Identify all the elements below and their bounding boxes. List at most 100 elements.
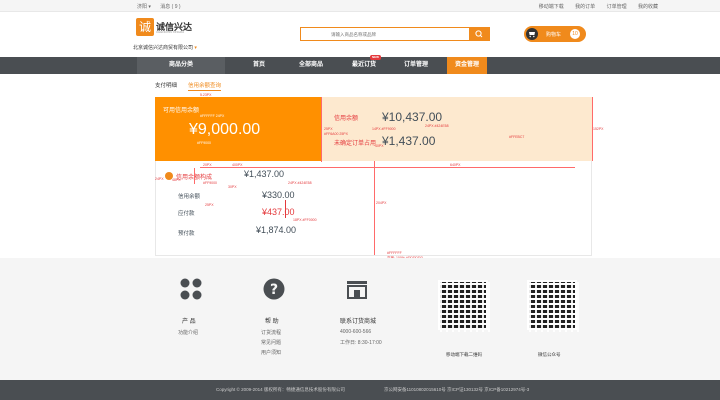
cart-label: 购物车 <box>546 32 562 38</box>
cart-button[interactable]: 购物车 10 <box>524 26 586 42</box>
copyright-bar: Copyright © 2009-2014 版权所有：畅捷通信息技术股份有限公司… <box>0 380 720 400</box>
help-icon: ? <box>263 278 285 300</box>
logo-subtitle: CHENGXIN XINGDA <box>156 30 185 34</box>
topbar-link-download[interactable]: 移动端下载 <box>539 4 564 10</box>
detail-row-label: 信用余额 <box>178 194 201 200</box>
credit-remaining-amount: ¥10,437.00 <box>382 110 443 124</box>
annotation-guide-line <box>200 167 575 168</box>
footer-title: 联系订货商城 <box>340 319 377 325</box>
tab-credit-balance[interactable]: 信用余额查询 <box>188 81 222 91</box>
chevron-down-icon: ▾ <box>194 45 197 51</box>
annotation: 24PX #424E58 <box>425 124 449 128</box>
annotation: 400PX <box>232 163 243 167</box>
annotation: 48PX <box>172 178 181 182</box>
svg-text:?: ? <box>270 282 278 298</box>
main-nav: 商品分类 首页 全部商品 最近订货 NEW 订单管理 资金管理 <box>0 55 720 74</box>
annotation: #FF6A00 25PX <box>324 132 348 136</box>
footer-link[interactable]: 用户须知 <box>261 349 281 356</box>
unsettled-orders-label: 未确定订单占用 <box>334 141 377 147</box>
logo-mark: 诚 <box>136 18 154 36</box>
qr-code-wechat <box>527 280 579 332</box>
annotation: #FF9000 <box>197 141 212 145</box>
annotation: #FFEBC7 <box>509 135 525 139</box>
footer: 产 品 功能介绍 ? 帮 助 订货流程 常见问题 用户须知 联系订货商城 400… <box>0 258 720 380</box>
annotation: 25PX <box>205 203 214 207</box>
nav-all-products[interactable]: 全部商品 <box>291 57 331 74</box>
detail-row-label: 应付款 <box>178 211 195 217</box>
copyright-text: Copyright © 2009-2014 版权所有：畅捷通信息技术股份有限公司 <box>216 387 345 392</box>
topbar-link-orders[interactable]: 我的订单 <box>575 4 595 10</box>
credit-breakdown-panel: 信用余额 ¥10,437.00 未确定订单占用 ¥1,437.00 <box>322 97 592 161</box>
company-name: 北京诚信兴达商贸有限公司 <box>133 45 194 51</box>
annotation: 18PX #FF0000 <box>293 218 317 222</box>
topbar-link-order-manage[interactable]: 订单管理 <box>607 4 627 10</box>
qr-code-download <box>438 280 490 332</box>
icp-text: 京公网安备11010802015610号 京ICP证130132号 京ICP备1… <box>384 387 530 392</box>
qr-caption: 微信公众号 <box>538 352 561 357</box>
category-menu[interactable]: 商品分类 <box>137 57 225 74</box>
topbar-left: 济阳 ▾ 消息 ( 9 ) <box>137 3 189 10</box>
grid-icon <box>180 278 202 300</box>
top-utility-bar: 济阳 ▾ 消息 ( 9 ) 移动端下载 我的订单 订单管理 我的收藏 <box>0 0 720 12</box>
annotation: 14PX #FF9000 <box>372 127 396 131</box>
company-selector[interactable]: 北京诚信兴达商贸有限公司 ▾ <box>133 44 197 51</box>
search-icon <box>475 30 483 38</box>
annotation: 30PX <box>228 185 237 189</box>
annotation: 204PX <box>376 201 387 205</box>
footer-link[interactable]: 功能介绍 <box>178 329 198 336</box>
detail-row-amount: ¥437.00 <box>262 207 295 217</box>
topbar-link-favorites[interactable]: 我的收藏 <box>638 4 658 10</box>
available-credit-amount: ¥9,000.00 <box>189 121 261 138</box>
footer-phone: 4000-600-566 <box>340 329 372 335</box>
nav-fund-manage-label: 资金管理 <box>454 62 479 68</box>
nav-home[interactable]: 首页 <box>239 57 279 74</box>
available-credit-label: 可用信用余额 <box>163 108 200 114</box>
available-credit-panel: 可用信用余额 ¥9,000.00 <box>155 97 322 161</box>
cart-count-badge: 10 <box>570 29 580 39</box>
detail-row-label: 预付款 <box>178 231 195 237</box>
store-icon <box>347 281 367 299</box>
messages-link[interactable]: 消息 ( 9 ) <box>160 4 180 10</box>
topbar-links: 移动端下载 我的订单 订单管理 我的收藏 <box>529 3 658 10</box>
annotation: 40PX <box>375 144 384 148</box>
nav-recent-orders-label: 最近订货 <box>351 62 376 68</box>
search-box <box>300 27 490 41</box>
annotation: #FF9000 <box>203 181 218 185</box>
credit-remaining-label: 信用余额 <box>334 116 359 122</box>
footer-link[interactable]: 常见问题 <box>261 339 281 346</box>
tab-payment-details[interactable]: 支付明细 <box>155 81 177 89</box>
annotation-guide-line <box>194 168 195 184</box>
annotation: #FFFFFF <box>387 251 402 255</box>
new-badge: NEW <box>370 55 381 60</box>
nav-fund-manage[interactable]: 资金管理 <box>447 57 487 74</box>
annotation: 24PX <box>155 177 164 181</box>
annotation: 20PX <box>203 163 212 167</box>
detail-row-amount: ¥1,874.00 <box>256 225 297 235</box>
cart-icon <box>526 28 538 40</box>
qr-caption: 移动端下载二维码 <box>446 352 482 357</box>
nav-order-manage-label: 订单管理 <box>403 62 428 68</box>
nav-recent-orders[interactable]: 最近订货 NEW <box>344 55 384 74</box>
annotation: 25PX <box>324 127 333 131</box>
footer-title: 帮 助 <box>265 319 279 325</box>
nav-order-manage[interactable]: 订单管理 <box>396 57 436 74</box>
footer-link[interactable]: 订货流程 <box>261 329 281 336</box>
annotation-divider-line <box>321 97 322 162</box>
annotation: 24PX #424E58 <box>288 181 312 185</box>
location-selector[interactable]: 济阳 ▾ <box>137 4 151 10</box>
nav-home-label: 首页 <box>252 62 265 68</box>
annotation: #FFFFFF 24PX <box>200 114 225 118</box>
annotation: 5.23PX <box>200 93 212 97</box>
footer-title: 产 品 <box>182 319 196 325</box>
unsettled-orders-amount: ¥1,437.00 <box>382 134 436 148</box>
nav-all-products-label: 全部商品 <box>298 62 323 68</box>
search-button[interactable] <box>469 28 489 40</box>
credit-composition-amount: ¥1,437.00 <box>244 169 285 179</box>
header: 诚 诚信兴达 CHENGXIN XINGDA 北京诚信兴达商贸有限公司 ▾ 购物… <box>0 12 720 57</box>
annotation: 640PX <box>450 163 461 167</box>
annotation-guide-line <box>285 200 286 218</box>
footer-hours: 工作日: 8:30-17:00 <box>340 340 382 346</box>
annotation: 152PX <box>593 127 604 131</box>
search-input[interactable] <box>301 28 469 40</box>
detail-row-amount: ¥330.00 <box>262 190 295 200</box>
